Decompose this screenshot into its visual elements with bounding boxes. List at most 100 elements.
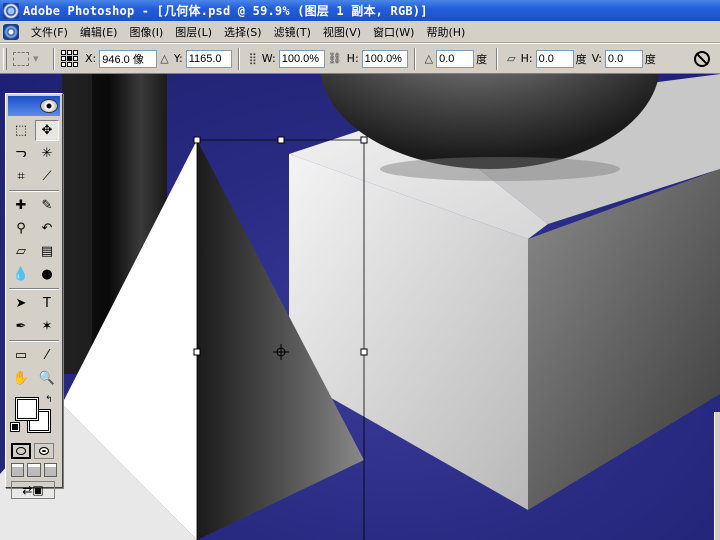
rotate-angle-icon: △	[424, 52, 434, 65]
photoshop-logo-icon[interactable]	[3, 23, 19, 40]
foreground-color-swatch[interactable]	[15, 397, 39, 421]
eyedropper-tool[interactable]: ⁄	[35, 345, 59, 366]
horizontal-skew-field[interactable]	[535, 49, 574, 68]
y-label: Y:	[173, 52, 183, 65]
jump-to-imageready-button[interactable]: ⇄▣	[11, 481, 55, 499]
menu-select[interactable]: 选择(S)	[218, 24, 268, 40]
magic-wand-icon: ✳	[41, 146, 53, 161]
h-skew-unit-label: 度	[575, 52, 587, 66]
blur-tool[interactable]: 💧	[9, 264, 33, 285]
transform-handle[interactable]	[193, 348, 201, 356]
marquee-tool[interactable]: ⬚	[9, 120, 33, 141]
toolbox-panel: ⬚ ✥ ᓓ ✳ ⌗ ⟋ ✚ ✎ ⚲ ↶ ▱ ▤ 💧 ● ➤ T ✒ ✶ ▭ ⁄ ✋ 🔍 ↰ ⇄▣	[5, 93, 63, 499]
default-colors-icon[interactable]	[10, 422, 20, 432]
type-icon: T	[43, 296, 51, 311]
transform-handle[interactable]	[193, 136, 201, 144]
crop-tool[interactable]: ⌗	[9, 166, 33, 187]
transform-handle[interactable]	[277, 136, 285, 144]
pen-tool[interactable]: ✒	[9, 316, 33, 337]
slice-tool[interactable]: ⟋	[35, 166, 59, 187]
crop-icon: ⌗	[17, 169, 25, 184]
color-swatches: ↰	[9, 395, 59, 437]
move-tool[interactable]: ✥	[35, 120, 59, 141]
full-screen-menu-mode-button[interactable]	[27, 463, 41, 477]
path-selection-icon: ➤	[15, 296, 27, 311]
y-position-field[interactable]	[185, 49, 232, 68]
docked-panel-edge[interactable]	[714, 412, 720, 540]
eraser-icon: ▱	[16, 244, 26, 259]
swap-colors-icon[interactable]: ↰	[45, 395, 53, 405]
rotation-unit-label: 度	[476, 52, 488, 66]
transform-handle[interactable]	[360, 348, 368, 356]
shape-tool[interactable]: ✶	[35, 316, 59, 337]
tool-grid: ⬚ ✥ ᓓ ✳ ⌗ ⟋ ✚ ✎ ⚲ ↶ ▱ ▤ 💧 ● ➤ T ✒ ✶ ▭ ⁄ ✋ 🔍	[6, 118, 62, 391]
history-brush-tool[interactable]: ↶	[35, 218, 59, 239]
zoom-icon: 🔍	[38, 371, 56, 386]
hand-tool[interactable]: ✋	[9, 368, 33, 389]
healing-brush-tool[interactable]: ✚	[9, 195, 33, 216]
quick-mask-mode-button[interactable]	[34, 443, 54, 459]
menu-filter[interactable]: 滤镜(T)	[268, 24, 317, 40]
adobe-online-eye-icon[interactable]	[40, 99, 58, 113]
v-skew-label: V:	[591, 52, 602, 65]
rotation-angle-field[interactable]	[436, 49, 475, 68]
vertical-skew-field[interactable]	[604, 49, 643, 68]
cancel-transform-icon[interactable]	[694, 51, 710, 67]
height-scale-field[interactable]	[361, 49, 408, 68]
tool-preset-picker[interactable]: ▾	[13, 48, 47, 70]
pen-icon: ✒	[15, 319, 27, 334]
standard-screen-mode-button[interactable]	[11, 463, 25, 477]
grid-icon: ⣿	[248, 52, 257, 65]
divider	[496, 47, 499, 70]
options-bar-grip[interactable]	[3, 47, 7, 70]
dropdown-arrow-icon: ▾	[33, 52, 39, 65]
dodge-tool[interactable]: ●	[35, 264, 59, 285]
transform-handle[interactable]	[360, 136, 368, 144]
dodge-icon: ●	[41, 267, 53, 282]
magic-wand-tool[interactable]: ✳	[35, 143, 59, 164]
relative-position-icon[interactable]: △	[160, 52, 168, 65]
notes-tool[interactable]: ▭	[9, 345, 33, 366]
menu-image[interactable]: 图像(I)	[123, 24, 169, 40]
divider	[53, 47, 55, 70]
menu-bar: 文件(F) 编辑(E) 图像(I) 图层(L) 选择(S) 滤镜(T) 视图(V…	[0, 21, 720, 43]
shape-icon: ✶	[41, 319, 53, 334]
path-selection-tool[interactable]: ➤	[9, 293, 33, 314]
lasso-tool[interactable]: ᓓ	[9, 143, 33, 164]
tool-divider	[9, 288, 59, 290]
x-position-field[interactable]	[99, 49, 158, 68]
clone-stamp-icon: ⚲	[16, 221, 26, 236]
menu-layer[interactable]: 图层(L)	[169, 24, 218, 40]
clone-stamp-tool[interactable]: ⚲	[9, 218, 33, 239]
jump-to-row: ⇄▣	[6, 479, 62, 501]
screen-mode-row	[6, 461, 62, 479]
x-label: X:	[85, 52, 97, 65]
photoshop-app-icon[interactable]	[3, 2, 19, 19]
eyedropper-icon: ⁄	[45, 348, 49, 363]
divider	[413, 47, 416, 70]
reference-point-locator[interactable]	[61, 49, 79, 68]
standard-mode-button[interactable]	[11, 443, 31, 459]
gradient-tool[interactable]: ▤	[35, 241, 59, 262]
menu-edit[interactable]: 编辑(E)	[74, 24, 124, 40]
toolbox-header[interactable]	[8, 96, 60, 116]
transform-tool-icon	[13, 51, 29, 66]
brush-tool[interactable]: ✎	[35, 195, 59, 216]
width-scale-field[interactable]	[278, 49, 325, 68]
window-titlebar: Adobe Photoshop - [几何体.psd @ 59.9% (图层 1…	[0, 0, 720, 21]
menu-file[interactable]: 文件(F)	[25, 24, 74, 40]
menu-view[interactable]: 视图(V)	[317, 24, 367, 40]
full-screen-mode-button[interactable]	[43, 463, 57, 477]
blur-icon: 💧	[12, 267, 30, 282]
menu-window[interactable]: 窗口(W)	[367, 24, 420, 40]
options-bar: ▾ X: △ Y: ⣿ W: ⛓ H: △ 度 ▱ H: 度 V: 度	[0, 43, 720, 74]
eraser-tool[interactable]: ▱	[9, 241, 33, 262]
brush-icon: ✎	[41, 198, 53, 213]
move-icon: ✥	[41, 123, 53, 138]
zoom-tool[interactable]: 🔍	[35, 368, 59, 389]
type-tool[interactable]: T	[35, 293, 59, 314]
link-icon[interactable]: ⛓	[328, 52, 342, 65]
document-canvas[interactable]	[0, 74, 720, 540]
menu-help[interactable]: 帮助(H)	[420, 24, 471, 40]
lasso-icon: ᓓ	[15, 146, 27, 161]
